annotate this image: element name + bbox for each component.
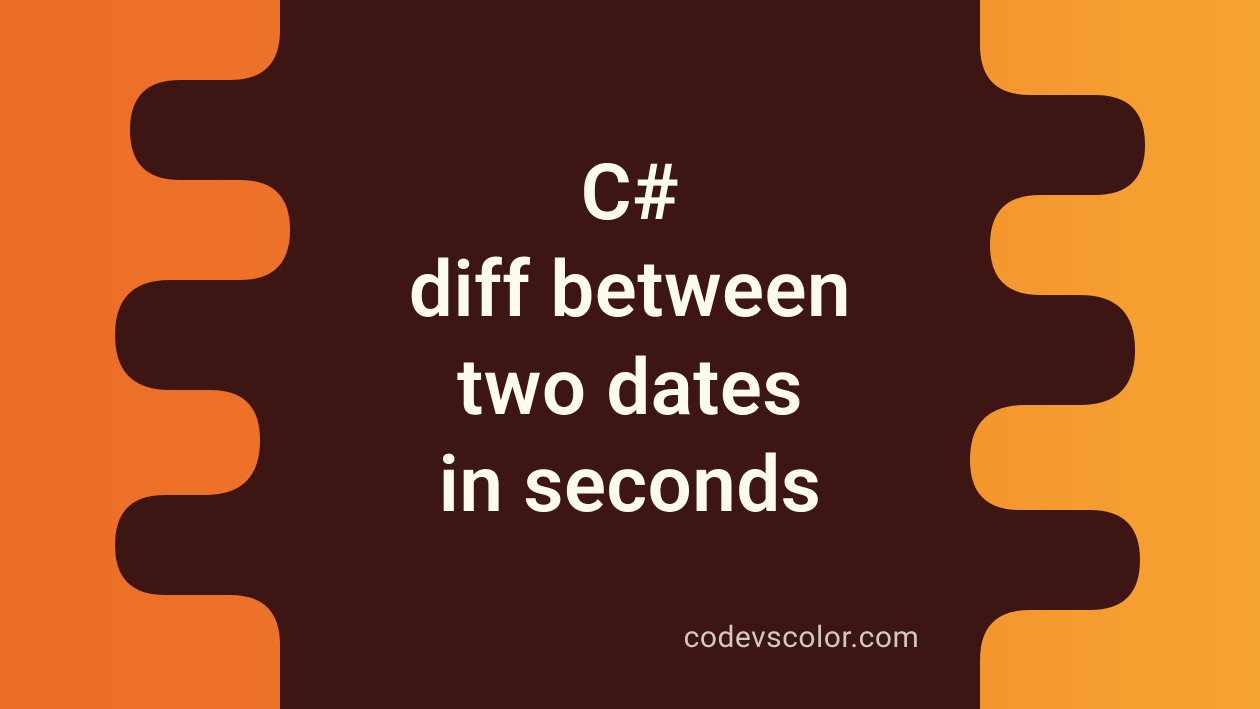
attribution-text: codevscolor.com <box>684 620 920 655</box>
title-line-2: diff between <box>409 242 851 340</box>
banner-root: C# diff between two dates in seconds cod… <box>0 0 1260 709</box>
banner-title: C# diff between two dates in seconds <box>409 145 851 535</box>
title-line-1: C# <box>409 145 851 243</box>
content-area: C# diff between two dates in seconds cod… <box>0 0 1260 709</box>
title-line-3: two dates <box>409 340 851 438</box>
title-line-4: in seconds <box>409 437 851 535</box>
